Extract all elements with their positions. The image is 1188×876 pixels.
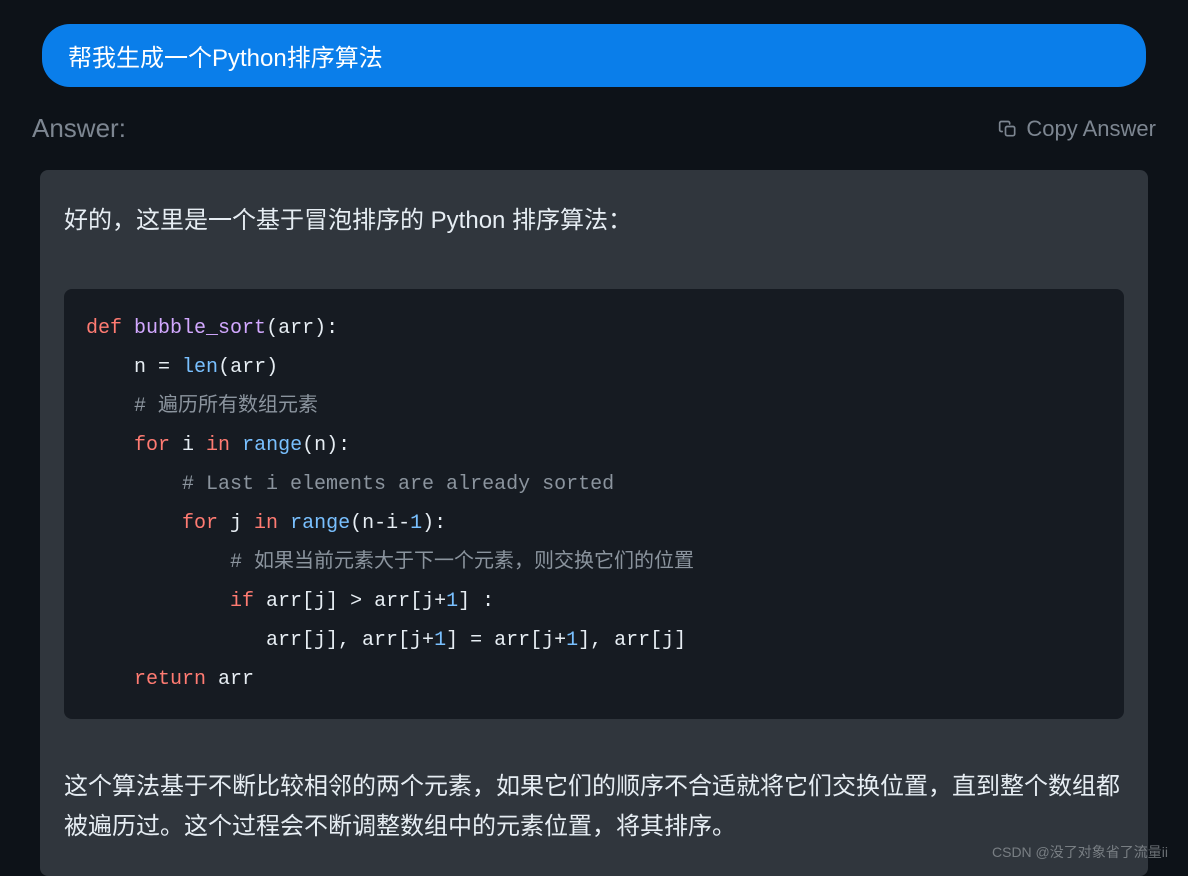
code-block: def bubble_sort(arr): n = len(arr) # 遍历所… xyxy=(64,289,1124,719)
copy-answer-label: Copy Answer xyxy=(1026,116,1156,142)
answer-outro-text: 这个算法基于不断比较相邻的两个元素，如果它们的顺序不合适就将它们交换位置，直到整… xyxy=(64,767,1124,846)
user-prompt-text: 帮我生成一个Python排序算法 xyxy=(68,45,383,72)
watermark-text: CSDN @没了对象省了流量ii xyxy=(992,842,1168,862)
answer-intro-text: 好的，这里是一个基于冒泡排序的 Python 排序算法： xyxy=(64,200,1124,235)
code-content: def bubble_sort(arr): n = len(arr) # 遍历所… xyxy=(86,309,1102,699)
copy-icon xyxy=(998,119,1018,139)
answer-body: 好的，这里是一个基于冒泡排序的 Python 排序算法： def bubble_… xyxy=(40,170,1148,876)
answer-header: Answer: Copy Answer xyxy=(8,113,1180,144)
user-prompt-pill: 帮我生成一个Python排序算法 xyxy=(42,24,1146,87)
answer-label: Answer: xyxy=(32,113,126,144)
copy-answer-button[interactable]: Copy Answer xyxy=(998,116,1156,142)
